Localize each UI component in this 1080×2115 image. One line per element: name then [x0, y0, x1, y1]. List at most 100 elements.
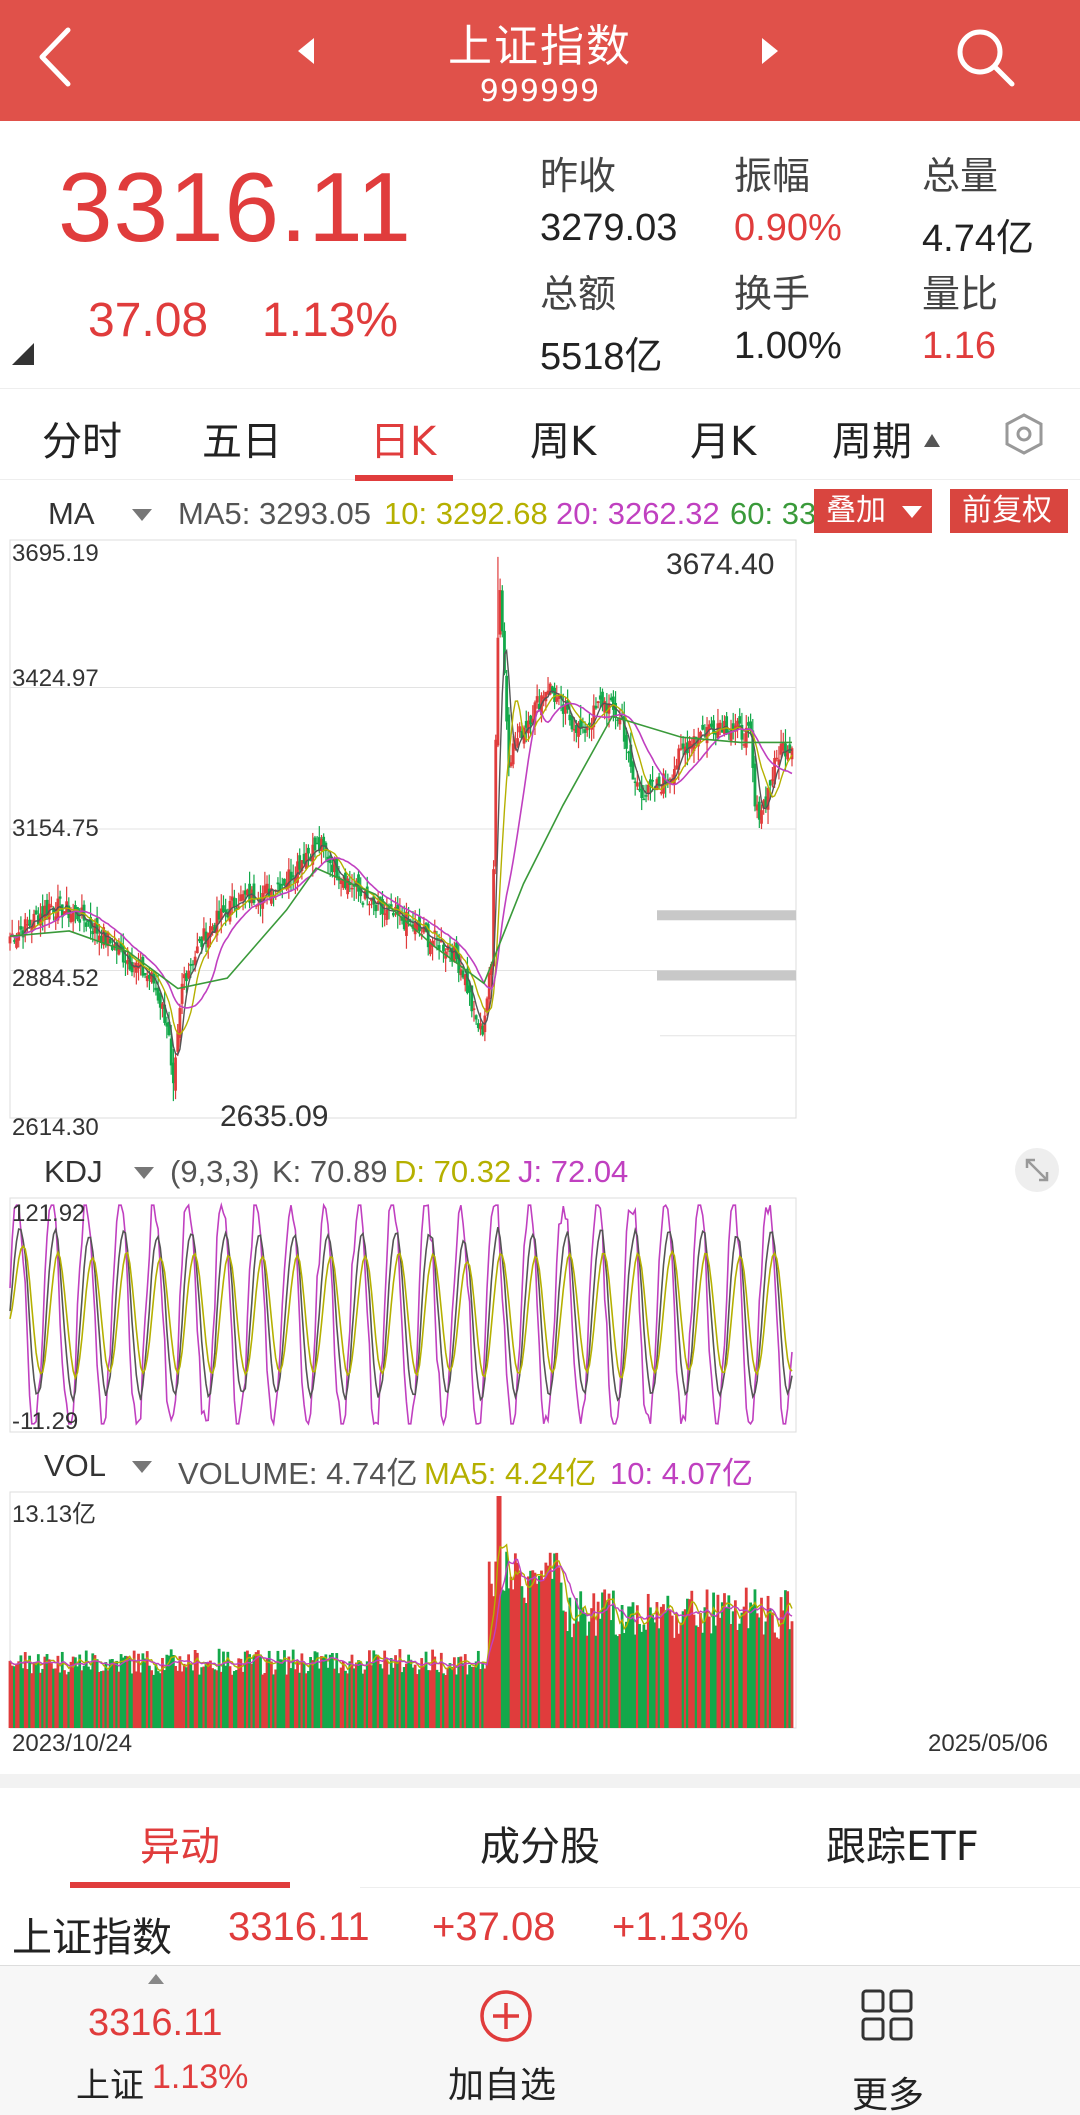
- period-dropdown-icon[interactable]: [924, 434, 940, 447]
- current-price: 3316.11: [58, 152, 412, 262]
- y-axis-label: 3154.75: [12, 815, 99, 842]
- y-axis-label: 2884.52: [12, 965, 99, 992]
- candle-body: [291, 875, 295, 877]
- volume-bar: [790, 1621, 794, 1728]
- overlay-button[interactable]: 叠加: [814, 489, 932, 533]
- kdj-d-value: D: 70.32: [394, 1154, 512, 1189]
- ma60-value: 60: 33: [730, 496, 817, 531]
- candle-body: [361, 902, 365, 905]
- candle-body: [644, 795, 648, 797]
- candle-body: [19, 926, 23, 930]
- back-arrow-icon[interactable]: [28, 22, 88, 92]
- vol-selector[interactable]: VOL: [44, 1448, 106, 1484]
- add-favorite-icon[interactable]: [478, 1988, 534, 2044]
- tab-constituents[interactable]: 成分股: [480, 1814, 600, 1872]
- candle-body: [738, 716, 742, 724]
- high-annotation: 3674.40: [666, 548, 775, 581]
- corner-expand-icon[interactable]: [12, 343, 34, 365]
- index-row[interactable]: 上证指数 3316.11 +37.08 +1.13%: [0, 1905, 1080, 1965]
- candle-body: [594, 705, 598, 709]
- more-grid-icon[interactable]: [860, 1988, 914, 2042]
- candle-body: [487, 972, 491, 1000]
- index-name: 上证指数: [12, 1915, 172, 1961]
- y-axis-label: 2614.30: [12, 1114, 99, 1141]
- vol-dropdown-icon[interactable]: [132, 1461, 152, 1473]
- candle-body: [474, 1015, 478, 1020]
- kdj-dropdown-icon[interactable]: [134, 1167, 154, 1179]
- candle-body: [516, 738, 519, 746]
- volume-indicator-bar: VOL VOLUME: 4.74亿 MA5: 4.24亿 10: 4.07亿: [0, 1440, 1080, 1491]
- adjust-button[interactable]: 前复权: [950, 489, 1068, 533]
- x-axis-end: 2025/05/06: [928, 1730, 1049, 1757]
- candle-body: [49, 905, 53, 908]
- kdj-j-value: J: 72.04: [518, 1154, 629, 1189]
- bottom-name: 上证: [76, 2066, 144, 2106]
- candlestick-chart[interactable]: [0, 536, 1080, 1136]
- candle-body: [500, 590, 504, 632]
- quote-panel: 3316.11 37.08 1.13% 昨收 3279.03 振幅 0.90% …: [0, 121, 1080, 381]
- add-favorite-button[interactable]: 加自选: [448, 2056, 556, 2108]
- price-change-pct: 1.13%: [262, 294, 399, 347]
- stat-label: 换手: [734, 272, 811, 316]
- tab-period[interactable]: 周期: [832, 409, 912, 467]
- tab-monthly-k[interactable]: 月K: [690, 409, 756, 467]
- candle-body: [368, 903, 371, 906]
- stat-value: 5518亿: [540, 336, 663, 378]
- candle-body: [585, 727, 589, 731]
- stat-label: 昨收: [540, 154, 617, 198]
- kdj-chart[interactable]: [0, 1196, 1080, 1436]
- active-tab-underline: [70, 1882, 290, 1888]
- tab-tracking-etf[interactable]: 跟踪ETF: [826, 1814, 979, 1872]
- ma-selector[interactable]: MA: [48, 496, 95, 532]
- candle-body: [71, 912, 75, 922]
- candle-body: [625, 735, 628, 749]
- bottom-price: 3316.11: [88, 2002, 223, 2044]
- tab-daily-k[interactable]: 日K: [370, 409, 436, 467]
- ma-dropdown-icon[interactable]: [132, 509, 152, 521]
- candle-body: [496, 637, 500, 746]
- stat-value: 4.74亿: [922, 218, 1034, 260]
- bottom-toolbar: 3316.11 上证 1.13% 加自选 更多: [0, 1965, 1080, 2115]
- tab-movements[interactable]: 异动: [140, 1814, 220, 1872]
- kdj-j-line: [9, 1202, 793, 1427]
- candle-body: [374, 904, 378, 912]
- tab-divider: [360, 1887, 1080, 1888]
- candle-body: [108, 938, 112, 943]
- kdj-selector[interactable]: KDJ: [44, 1154, 103, 1190]
- vol-ma10-value: 10: 4.07亿: [610, 1456, 754, 1491]
- index-pct: +1.13%: [612, 1905, 749, 1949]
- candle-body: [485, 998, 489, 1011]
- search-icon[interactable]: [950, 22, 1020, 92]
- candle-body: [760, 810, 763, 824]
- candle-body: [775, 757, 779, 760]
- settings-hex-icon[interactable]: [1002, 412, 1046, 456]
- expand-up-icon[interactable]: [148, 1974, 164, 1984]
- volume-value: VOLUME: 4.74亿: [178, 1456, 418, 1491]
- fullscreen-icon[interactable]: [1015, 1148, 1059, 1192]
- candle-body: [442, 944, 445, 952]
- next-stock-icon[interactable]: [762, 38, 778, 64]
- stat-label: 总量: [922, 154, 999, 198]
- candle-body: [28, 919, 32, 926]
- candle-body: [187, 970, 191, 978]
- stock-code: 999999: [479, 74, 601, 109]
- ma5-line: [9, 648, 793, 1056]
- prev-stock-icon[interactable]: [298, 38, 314, 64]
- vol-axis-top: 13.13亿: [12, 1501, 97, 1528]
- candle-body: [143, 972, 147, 976]
- index-change: +37.08: [432, 1905, 556, 1949]
- tab-weekly-k[interactable]: 周K: [530, 409, 596, 467]
- candle-body: [725, 716, 729, 733]
- tab-five-day[interactable]: 五日: [202, 409, 282, 467]
- tab-intraday[interactable]: 分时: [42, 409, 122, 467]
- candle-body: [78, 919, 82, 923]
- candle-body: [768, 780, 772, 786]
- volume-chart[interactable]: [0, 1490, 1080, 1730]
- kdj-indicator-bar: KDJ (9,3,3) K: 70.89 D: 70.32 J: 72.04: [0, 1146, 1080, 1196]
- candle-body: [505, 675, 509, 722]
- stat-value: 1.16: [922, 325, 996, 367]
- y-axis-label: 3424.97: [12, 665, 99, 692]
- candle-body: [385, 909, 389, 920]
- candle-body: [95, 917, 99, 934]
- more-button[interactable]: 更多: [852, 2066, 924, 2115]
